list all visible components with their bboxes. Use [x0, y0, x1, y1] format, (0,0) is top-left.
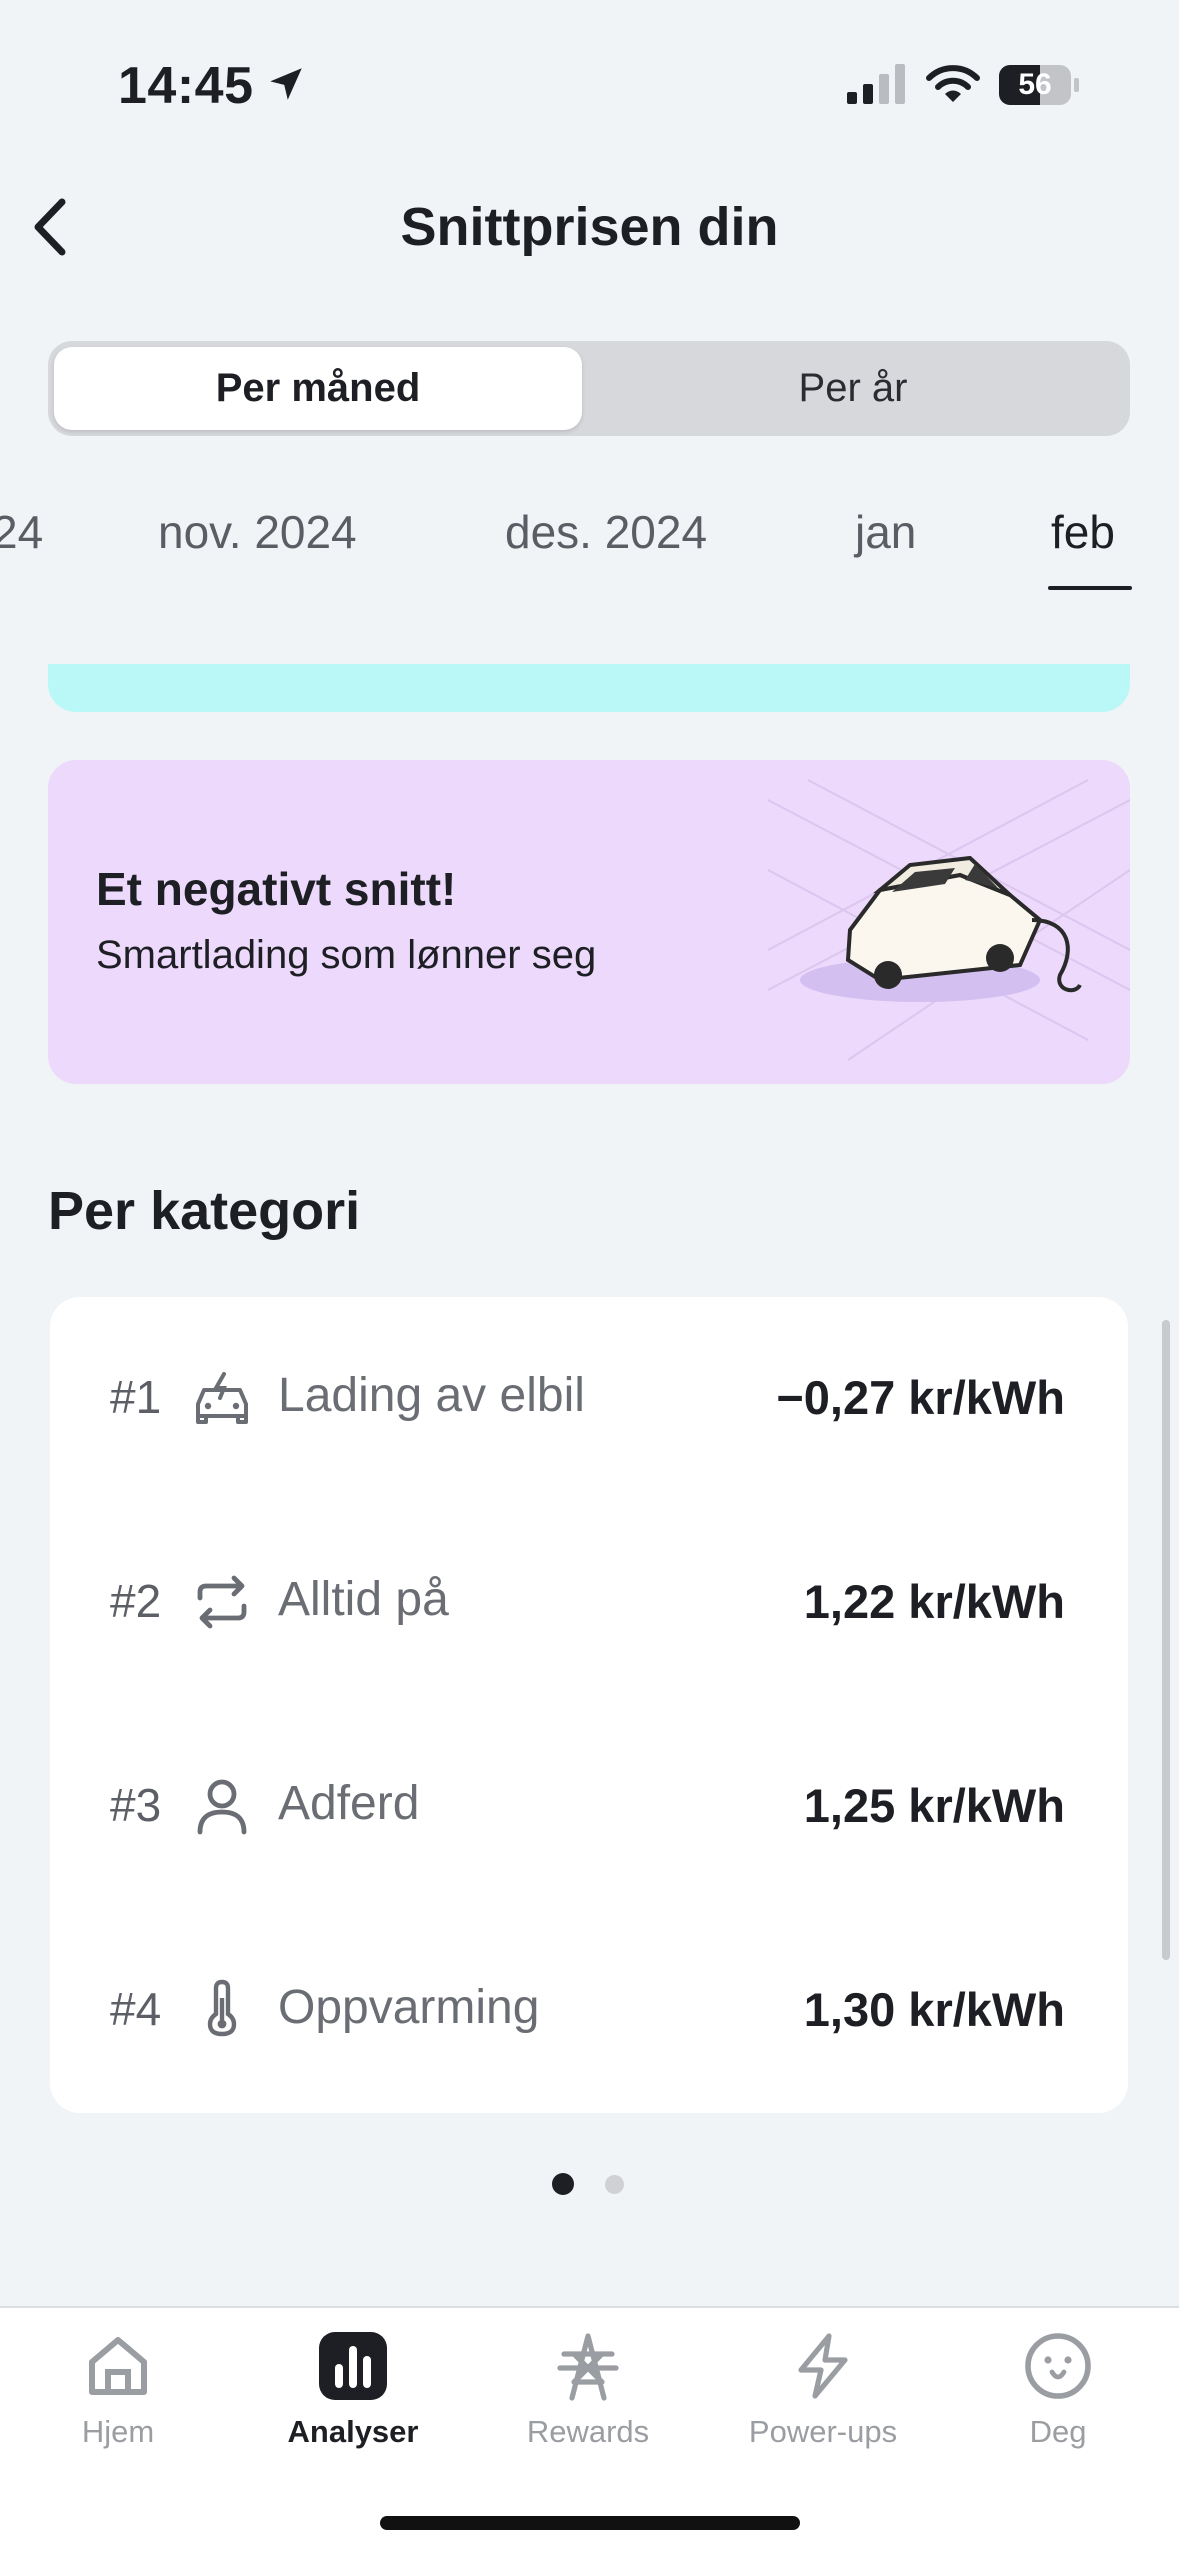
person-icon — [197, 1779, 247, 1835]
car-charging-icon — [196, 1372, 248, 1424]
home-icon[interactable] — [82, 2330, 154, 2402]
month-tab-feb[interactable]: feb — [1051, 505, 1115, 559]
summary-card-bottom — [48, 664, 1130, 712]
tab-analyser[interactable]: Analyser — [253, 2414, 453, 2450]
pylon-icon[interactable] — [552, 2330, 624, 2402]
tab-deg[interactable]: Deg — [958, 2414, 1158, 2450]
promo-title: Et negativt snitt! — [96, 863, 457, 915]
bar-chart-icon[interactable] — [317, 2330, 389, 2402]
segment-per-month[interactable]: Per måned — [54, 347, 582, 430]
month-tab-des-2024[interactable]: des. 2024 — [505, 505, 707, 559]
rank-label: #2 — [110, 1575, 162, 1627]
category-value: 1,30 kr/kWh — [803, 1983, 1065, 2036]
page-dot[interactable] — [605, 2175, 624, 2194]
promo-subtitle: Smartlading som lønner seg — [96, 933, 597, 977]
category-label: Adferd — [278, 1777, 420, 1830]
category-value: 1,22 kr/kWh — [803, 1575, 1065, 1628]
section-title: Per kategori — [48, 1181, 361, 1241]
wifi-icon — [926, 65, 980, 102]
battery-indicator: 56 — [998, 64, 1080, 106]
category-label: Alltid på — [278, 1573, 449, 1626]
repeat-icon — [197, 1575, 247, 1629]
rank-label: #4 — [110, 1983, 162, 2035]
status-time: 14:45 — [118, 57, 254, 115]
category-label: Oppvarming — [278, 1981, 540, 2034]
category-label: Lading av elbil — [278, 1369, 585, 1422]
face-icon[interactable] — [1022, 2330, 1094, 2402]
month-tab-previous[interactable]: 24 — [0, 505, 43, 559]
car-illustration — [800, 855, 1082, 1002]
scrollbar[interactable] — [1162, 1320, 1170, 1960]
tab-hjem[interactable]: Hjem — [18, 2414, 218, 2450]
category-value: 1,25 kr/kWh — [803, 1779, 1065, 1832]
segment-per-year[interactable]: Per år — [582, 347, 1124, 430]
tab-power-ups[interactable]: Power-ups — [723, 2414, 923, 2450]
rank-label: #1 — [110, 1371, 162, 1423]
active-month-indicator — [1048, 586, 1132, 590]
page-title: Snittprisen din — [400, 197, 779, 257]
rank-label: #3 — [110, 1779, 162, 1831]
location-arrow-icon — [270, 68, 302, 100]
battery-level: 56 — [1018, 68, 1052, 101]
lightning-icon[interactable] — [787, 2330, 859, 2402]
cellular-signal-icon — [847, 64, 905, 104]
home-indicator — [380, 2516, 800, 2530]
month-tab-nov-2024[interactable]: nov. 2024 — [158, 505, 357, 559]
thermometer-icon — [207, 1979, 237, 2037]
category-value: −0,27 kr/kWh — [776, 1371, 1065, 1424]
page-dot-active[interactable] — [552, 2173, 574, 2195]
tab-rewards[interactable]: Rewards — [488, 2414, 688, 2450]
month-tab-jan[interactable]: jan — [855, 505, 916, 559]
